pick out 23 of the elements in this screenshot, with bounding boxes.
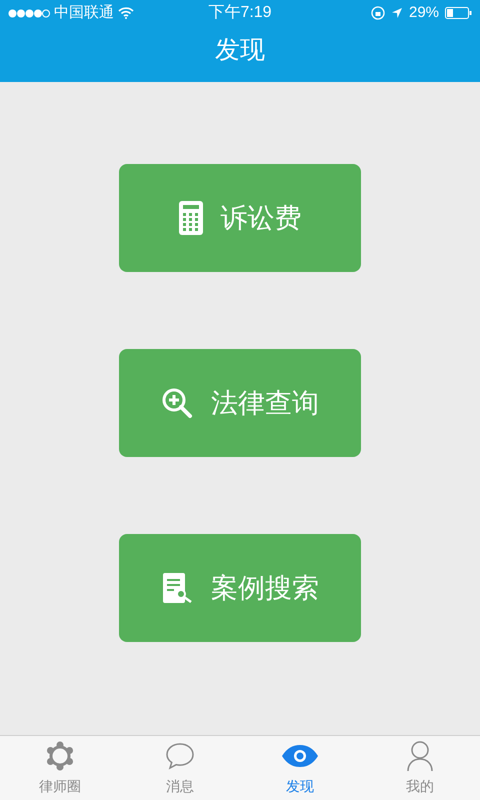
network-icon (45, 741, 75, 771)
calculator-icon (178, 201, 202, 235)
page-title: 发现 (215, 35, 265, 66)
signal-icon (8, 8, 50, 18)
wifi-icon (118, 7, 134, 19)
carrier-name: 中国联通 (54, 2, 114, 23)
feature-button[interactable]: 案例搜索 (119, 534, 361, 642)
chat-bubble-icon (165, 742, 195, 770)
rotation-lock-icon (370, 6, 385, 20)
eye-icon (281, 744, 319, 768)
tab-item[interactable]: 消息 (120, 736, 240, 800)
tab-item[interactable]: 发现 (240, 736, 360, 800)
battery-icon (445, 7, 472, 19)
battery-percent: 29% (408, 2, 440, 23)
tab-item[interactable]: 我的 (360, 736, 480, 800)
feature-button[interactable]: 法律查询 (119, 349, 361, 457)
tab-item[interactable]: 律师圈 (0, 736, 120, 800)
person-icon (406, 740, 434, 772)
clock-time: 下午7:19 (208, 3, 272, 23)
zoom-in-icon (161, 387, 193, 419)
document-search-icon (161, 572, 193, 604)
feature-button[interactable]: 诉讼费 (119, 164, 361, 272)
location-arrow-icon (390, 7, 403, 19)
